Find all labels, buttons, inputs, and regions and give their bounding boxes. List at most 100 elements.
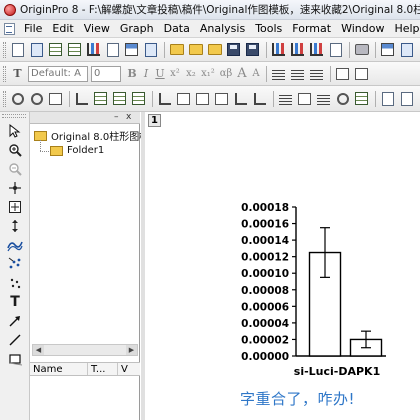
new-project-button[interactable] — [9, 41, 26, 58]
explorer-hscrollbar[interactable]: ◀ ▶ — [32, 344, 138, 356]
menu-help[interactable]: Help — [389, 22, 420, 35]
arrow-tool[interactable] — [6, 312, 24, 330]
merge-graph-button[interactable] — [92, 90, 109, 107]
menu-tools[interactable]: Tools — [250, 22, 287, 35]
data-reader-tool[interactable] — [6, 198, 24, 216]
menu-edit[interactable]: Edit — [47, 22, 78, 35]
new-notes-button[interactable] — [142, 41, 159, 58]
subscript-button[interactable]: x₂ — [183, 68, 199, 79]
arrange-layers-button[interactable] — [111, 90, 128, 107]
text-tool[interactable]: T — [6, 293, 24, 311]
toolbar-grip[interactable] — [3, 65, 6, 82]
line-color-button[interactable] — [334, 65, 351, 82]
scroll-left-arrow-icon[interactable]: ◀ — [33, 345, 44, 355]
add-left-y-button[interactable] — [194, 90, 211, 107]
data-selector-tool[interactable] — [6, 217, 24, 235]
layer-table-button[interactable] — [353, 90, 370, 107]
extract-layers-icon — [132, 92, 145, 105]
scatter-select-tool[interactable] — [6, 255, 24, 273]
new-function-button[interactable] — [104, 41, 121, 58]
add-right-y-button[interactable] — [213, 90, 230, 107]
open-excel-button[interactable] — [206, 41, 223, 58]
add-bottom-x-button[interactable] — [156, 90, 173, 107]
line-tool[interactable] — [6, 331, 24, 349]
layer-tab[interactable]: 1 — [148, 114, 161, 127]
document-icon[interactable] — [4, 22, 15, 35]
mask-points-tool[interactable] — [6, 274, 24, 292]
tree-root-folder[interactable]: Original 8.0柱形图模 — [34, 128, 149, 143]
menu-analysis[interactable]: Analysis — [195, 22, 250, 35]
align-left-icon — [272, 67, 285, 80]
column-view[interactable]: V — [118, 363, 140, 375]
align-left-button[interactable] — [270, 65, 287, 82]
zoom-whole-button[interactable] — [28, 90, 45, 107]
new-workbook-button[interactable] — [47, 41, 64, 58]
align-center-button[interactable] — [289, 65, 306, 82]
text-tool-icon-button[interactable]: T — [9, 65, 26, 82]
layer-button[interactable] — [47, 90, 64, 107]
bold-button[interactable]: B — [125, 67, 139, 80]
increase-font-button[interactable]: A — [235, 66, 249, 81]
decrease-font-button[interactable]: A — [249, 68, 263, 79]
screen-reader-tool[interactable] — [6, 179, 24, 197]
font-select[interactable]: Default: A — [28, 65, 88, 82]
duplicate-button[interactable] — [398, 41, 415, 58]
greek-button[interactable]: αβ — [217, 68, 235, 79]
save-project-button[interactable] — [225, 41, 242, 58]
new-layout-button[interactable] — [123, 41, 140, 58]
import-wizard-button[interactable] — [308, 41, 325, 58]
add-inset-button[interactable] — [232, 90, 249, 107]
toolbar-grip[interactable] — [3, 90, 6, 107]
menu-file[interactable]: File — [19, 22, 47, 35]
menu-format[interactable]: Format — [287, 22, 336, 35]
rectangle-tool[interactable] — [6, 350, 24, 368]
toolbar-grip[interactable] — [3, 41, 6, 58]
refresh-button[interactable] — [379, 41, 396, 58]
new-folder-button[interactable] — [28, 41, 45, 58]
legend-button[interactable] — [296, 90, 313, 107]
export-button[interactable] — [327, 41, 344, 58]
scroll-right-arrow-icon[interactable]: ▶ — [126, 345, 137, 355]
menu-graph[interactable]: Graph — [115, 22, 159, 35]
superscript-button[interactable]: x² — [167, 68, 183, 79]
menu-data[interactable]: Data — [159, 22, 195, 35]
y-tick-label: 0.00004 — [241, 318, 289, 330]
menu-view[interactable]: View — [79, 22, 115, 35]
pointer-tool[interactable] — [6, 122, 24, 140]
italic-button[interactable]: I — [139, 67, 153, 80]
underline-button[interactable]: U — [153, 67, 167, 80]
print-button[interactable] — [353, 41, 370, 58]
import-ascii-button[interactable] — [270, 41, 287, 58]
brush-button[interactable] — [379, 90, 396, 107]
new-graph-button[interactable] — [85, 41, 102, 58]
rescale-button[interactable] — [9, 90, 26, 107]
menu-window[interactable]: Window — [336, 22, 389, 35]
explorer-pin-button[interactable]: – — [114, 112, 119, 123]
super-sub-button[interactable]: x₁² — [199, 68, 217, 79]
font-size-select[interactable]: 0 — [91, 65, 121, 82]
gray-tool-button[interactable] — [398, 90, 415, 107]
zoom-in-tool[interactable] — [6, 141, 24, 159]
zoom-out-tool[interactable] — [6, 160, 24, 178]
add-layer-button[interactable] — [73, 90, 90, 107]
column-type[interactable]: T... — [88, 363, 118, 375]
color-scale-button[interactable] — [315, 90, 332, 107]
timestamp-button[interactable] — [334, 90, 351, 107]
data-display-button[interactable] — [277, 90, 294, 107]
tree-folder1[interactable]: Folder1 — [50, 145, 104, 156]
new-matrix-button[interactable] — [66, 41, 83, 58]
draw-data-tool[interactable] — [6, 236, 24, 254]
open-template-button[interactable] — [187, 41, 204, 58]
fill-color-button[interactable] — [353, 65, 370, 82]
save-template-button[interactable] — [244, 41, 261, 58]
extract-layers-button[interactable] — [130, 90, 147, 107]
tools-grip[interactable] — [2, 114, 26, 118]
explorer-close-button[interactable]: x — [126, 112, 131, 123]
y-tick-label: 0.00012 — [241, 252, 289, 264]
add-xy-button[interactable] — [251, 90, 268, 107]
open-button[interactable] — [168, 41, 185, 58]
add-top-x-button[interactable] — [175, 90, 192, 107]
align-right-button[interactable] — [308, 65, 325, 82]
import-multiple-button[interactable] — [289, 41, 306, 58]
column-name[interactable]: Name — [30, 363, 88, 375]
